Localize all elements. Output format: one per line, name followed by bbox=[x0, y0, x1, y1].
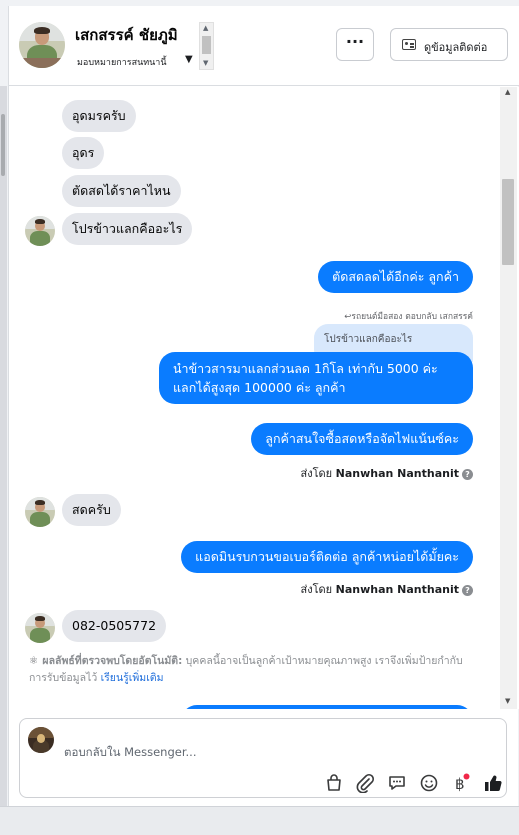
auto-detected-result-notice: ⚛ ผลลัพธ์ที่ตรวจพบโดยอัตโนมัติ: บุคคลนี้อ… bbox=[29, 655, 463, 684]
view-contact-info-label: ดูข้อมูลติดต่อ bbox=[424, 41, 488, 54]
assign-conversation-dropdown[interactable]: มอบหมายการสนทนานี้ bbox=[77, 55, 167, 69]
sent-by-label: ส่งโดย Nanwhan Nanthanit? bbox=[301, 464, 473, 482]
contact-avatar-small[interactable] bbox=[25, 497, 55, 527]
message-thread: อุดมรครับ อุดร ตัดสดได้ราคาไหน โปรข้าวแล… bbox=[9, 87, 519, 709]
contact-avatar-small[interactable] bbox=[25, 216, 55, 246]
conversation-header: เสกสรรค์ ชัยภูมิ มอบหมายการสนทนานี้ ▼ ▲ … bbox=[9, 6, 519, 86]
baht-payment-icon[interactable]: ฿ bbox=[451, 773, 471, 793]
window-bottom-edge bbox=[0, 806, 519, 835]
more-options-button[interactable]: ··· bbox=[336, 28, 374, 61]
contact-avatar-small[interactable] bbox=[25, 613, 55, 643]
reply-input[interactable] bbox=[64, 745, 364, 759]
incoming-message[interactable]: สดครับ bbox=[62, 494, 121, 526]
incoming-message[interactable]: 082-0505772 bbox=[62, 610, 167, 642]
scroll-down-arrow-icon[interactable]: ▼ bbox=[505, 697, 510, 705]
contact-avatar[interactable] bbox=[19, 22, 65, 68]
thread-scrollbar[interactable]: ▲ ▼ bbox=[500, 87, 517, 709]
conversation-panel: เสกสรรค์ ชัยภูมิ มอบหมายการสนทนานี้ ▼ ▲ … bbox=[8, 6, 519, 806]
scroll-up-arrow-icon[interactable]: ▲ bbox=[505, 88, 510, 96]
attachment-icon[interactable] bbox=[355, 773, 375, 793]
help-icon[interactable]: ? bbox=[462, 469, 473, 480]
messenger-window: เสกสรรค์ ชัยภูมิ มอบหมายการสนทนานี้ ▼ ▲ … bbox=[0, 0, 519, 835]
page-avatar bbox=[28, 727, 54, 753]
outgoing-message[interactable]: ลูกค้าสนใจซื้อสดหรือจัดไฟแน้นซ์คะ bbox=[251, 423, 473, 455]
header-scrollbar-thumb[interactable] bbox=[202, 36, 211, 54]
outgoing-message-line: แลกได้สูงสุด 100000 ค่ะ ลูกค้า bbox=[173, 380, 346, 395]
outgoing-message[interactable]: นำข้าวสารมาแลกส่วนลด 1กิโล เท่ากับ 5000 … bbox=[159, 352, 473, 404]
header-scrollbar[interactable]: ▲ ▼ bbox=[199, 22, 214, 70]
outgoing-message[interactable]: แอดมินรบกวนขอเบอร์ติดต่อ ลูกค้าหน่อยได้ม… bbox=[181, 541, 473, 573]
svg-text:฿: ฿ bbox=[455, 775, 465, 793]
chevron-down-icon[interactable]: ▼ bbox=[185, 54, 193, 65]
saved-replies-icon[interactable] bbox=[387, 773, 407, 793]
sender-name[interactable]: Nanwhan Nanthanit bbox=[336, 467, 459, 480]
message-composer: ฿ bbox=[19, 718, 507, 798]
outgoing-message[interactable]: ตัดสดลดได้อีกค่ะ ลูกค้า bbox=[318, 261, 473, 293]
sender-name[interactable]: Nanwhan Nanthanit bbox=[336, 583, 459, 596]
thread-scrollbar-thumb[interactable] bbox=[502, 179, 514, 265]
left-scrollbar[interactable] bbox=[0, 86, 7, 806]
outgoing-message-partial[interactable] bbox=[181, 705, 473, 709]
incoming-message[interactable]: อุดมรครับ bbox=[62, 100, 136, 132]
emoji-icon[interactable] bbox=[419, 773, 439, 793]
incoming-message[interactable]: ตัดสดได้ราคาไหน bbox=[62, 175, 181, 207]
scroll-down-arrow-icon[interactable]: ▼ bbox=[203, 59, 208, 67]
outgoing-message-line: นำข้าวสารมาแลกส่วนลด 1กิโล เท่ากับ 5000 … bbox=[173, 361, 438, 376]
contact-card-icon bbox=[402, 39, 416, 50]
reply-context-label: ↩รถยนต์มือสอง ตอบกลับ เสกสรรค์ bbox=[344, 312, 473, 322]
contact-name[interactable]: เสกสรรค์ ชัยภูมิ bbox=[75, 23, 178, 47]
thumbs-up-icon[interactable] bbox=[483, 773, 503, 793]
learn-more-link[interactable]: เรียนรู้เพิ่มเติม bbox=[101, 672, 164, 684]
scroll-up-arrow-icon[interactable]: ▲ bbox=[203, 24, 208, 32]
atom-icon: ⚛ bbox=[29, 655, 39, 667]
help-icon[interactable]: ? bbox=[462, 585, 473, 596]
incoming-message[interactable]: อุดร bbox=[62, 137, 105, 169]
incoming-message[interactable]: โปรข้าวแลกคืออะไร bbox=[62, 213, 193, 245]
sent-by-label: ส่งโดย Nanwhan Nanthanit? bbox=[301, 580, 473, 598]
shopping-bag-icon[interactable] bbox=[324, 773, 344, 793]
left-scrollbar-thumb[interactable] bbox=[1, 114, 5, 176]
view-contact-info-button[interactable]: ดูข้อมูลติดต่อ bbox=[390, 28, 508, 61]
